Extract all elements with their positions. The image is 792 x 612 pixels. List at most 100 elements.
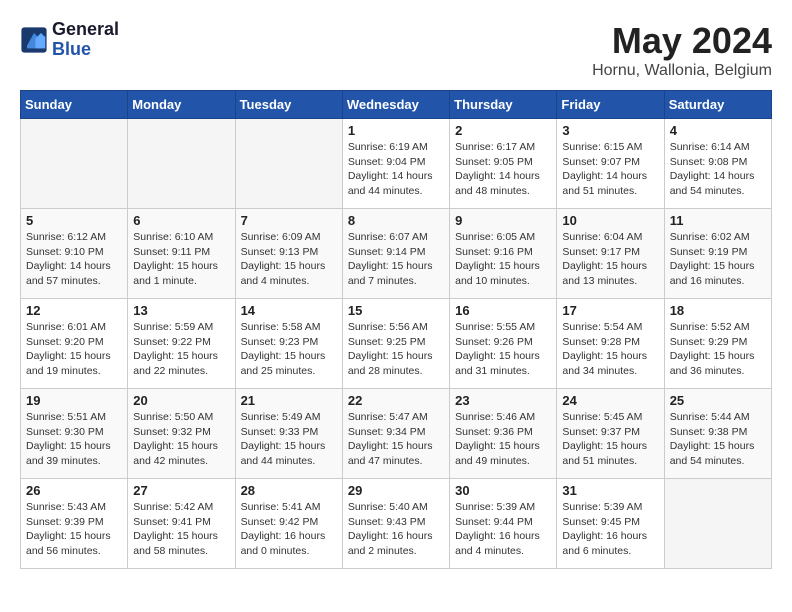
header-monday: Monday [128,91,235,119]
day-cell: 11Sunrise: 6:02 AM Sunset: 9:19 PM Dayli… [664,209,771,299]
day-detail: Sunrise: 5:39 AM Sunset: 9:44 PM Dayligh… [455,500,551,559]
day-cell: 29Sunrise: 5:40 AM Sunset: 9:43 PM Dayli… [342,479,449,569]
day-detail: Sunrise: 6:04 AM Sunset: 9:17 PM Dayligh… [562,230,658,289]
day-number: 30 [455,483,551,498]
day-detail: Sunrise: 5:46 AM Sunset: 9:36 PM Dayligh… [455,410,551,469]
day-number: 1 [348,123,444,138]
calendar-subtitle: Hornu, Wallonia, Belgium [592,62,772,80]
calendar-table: SundayMondayTuesdayWednesdayThursdayFrid… [20,90,772,569]
day-detail: Sunrise: 5:49 AM Sunset: 9:33 PM Dayligh… [241,410,337,469]
day-detail: Sunrise: 6:09 AM Sunset: 9:13 PM Dayligh… [241,230,337,289]
day-number: 15 [348,303,444,318]
day-cell: 9 Sunrise: 6:05 AM Sunset: 9:16 PM Daylig… [450,209,557,299]
calendar-header-row: SundayMondayTuesdayWednesdayThursdayFrid… [21,91,772,119]
day-cell: 24 Sunrise: 5:45 AM Sunset: 9:37 PM Dayli… [557,389,664,479]
day-cell: 30 Sunrise: 5:39 AM Sunset: 9:44 PM Dayli… [450,479,557,569]
header-thursday: Thursday [450,91,557,119]
day-number: 23 [455,393,551,408]
page-header: General Blue May 2024 Hornu, Wallonia, B… [20,20,772,80]
week-row-2: 5 Sunrise: 6:12 AM Sunset: 9:10 PM Daylig… [21,209,772,299]
day-detail: Sunrise: 5:47 AM Sunset: 9:34 PM Dayligh… [348,410,444,469]
day-number: 7 [241,213,337,228]
day-number: 9 [455,213,551,228]
day-detail: Sunrise: 6:15 AM Sunset: 9:07 PM Dayligh… [562,140,658,199]
day-number: 17 [562,303,658,318]
day-cell: 18 Sunrise: 5:52 AM Sunset: 9:29 PM Dayli… [664,299,771,389]
day-number: 19 [26,393,122,408]
day-detail: Sunrise: 5:45 AM Sunset: 9:37 PM Dayligh… [562,410,658,469]
day-cell: 14Sunrise: 5:58 AM Sunset: 9:23 PM Dayli… [235,299,342,389]
day-detail: Sunrise: 5:51 AM Sunset: 9:30 PM Dayligh… [26,410,122,469]
day-cell: 2Sunrise: 6:17 AM Sunset: 9:05 PM Daylig… [450,119,557,209]
week-row-1: 1 Sunrise: 6:19 AM Sunset: 9:04 PM Daylig… [21,119,772,209]
logo-icon [20,26,48,54]
day-cell [21,119,128,209]
day-number: 5 [26,213,122,228]
day-cell: 8 Sunrise: 6:07 AM Sunset: 9:14 PM Daylig… [342,209,449,299]
day-cell: 16Sunrise: 5:55 AM Sunset: 9:26 PM Dayli… [450,299,557,389]
day-cell: 13 Sunrise: 5:59 AM Sunset: 9:22 PM Dayli… [128,299,235,389]
day-detail: Sunrise: 6:05 AM Sunset: 9:16 PM Dayligh… [455,230,551,289]
day-number: 21 [241,393,337,408]
day-detail: Sunrise: 5:55 AM Sunset: 9:26 PM Dayligh… [455,320,551,379]
day-cell: 20Sunrise: 5:50 AM Sunset: 9:32 PM Dayli… [128,389,235,479]
day-number: 22 [348,393,444,408]
header-tuesday: Tuesday [235,91,342,119]
week-row-3: 12 Sunrise: 6:01 AM Sunset: 9:20 PM Dayli… [21,299,772,389]
day-number: 8 [348,213,444,228]
day-detail: Sunrise: 5:43 AM Sunset: 9:39 PM Dayligh… [26,500,122,559]
day-number: 6 [133,213,229,228]
week-row-5: 26 Sunrise: 5:43 AM Sunset: 9:39 PM Dayli… [21,479,772,569]
week-row-4: 19 Sunrise: 5:51 AM Sunset: 9:30 PM Dayli… [21,389,772,479]
day-number: 20 [133,393,229,408]
day-cell: 22 Sunrise: 5:47 AM Sunset: 9:34 PM Dayli… [342,389,449,479]
day-number: 25 [670,393,766,408]
day-detail: Sunrise: 5:41 AM Sunset: 9:42 PM Dayligh… [241,500,337,559]
logo-text: General Blue [52,20,119,60]
logo: General Blue [20,20,119,60]
day-cell: 26 Sunrise: 5:43 AM Sunset: 9:39 PM Dayli… [21,479,128,569]
day-number: 4 [670,123,766,138]
calendar-title: May 2024 [592,20,772,62]
day-number: 31 [562,483,658,498]
day-cell: 12 Sunrise: 6:01 AM Sunset: 9:20 PM Dayli… [21,299,128,389]
day-cell [235,119,342,209]
day-cell: 21 Sunrise: 5:49 AM Sunset: 9:33 PM Dayli… [235,389,342,479]
day-detail: Sunrise: 6:19 AM Sunset: 9:04 PM Dayligh… [348,140,444,199]
day-cell: 19 Sunrise: 5:51 AM Sunset: 9:30 PM Dayli… [21,389,128,479]
day-detail: Sunrise: 5:42 AM Sunset: 9:41 PM Dayligh… [133,500,229,559]
day-detail: Sunrise: 6:10 AM Sunset: 9:11 PM Dayligh… [133,230,229,289]
header-friday: Friday [557,91,664,119]
day-number: 18 [670,303,766,318]
day-number: 27 [133,483,229,498]
day-number: 24 [562,393,658,408]
header-wednesday: Wednesday [342,91,449,119]
day-cell [664,479,771,569]
day-number: 12 [26,303,122,318]
day-number: 13 [133,303,229,318]
day-number: 14 [241,303,337,318]
day-cell: 27 Sunrise: 5:42 AM Sunset: 9:41 PM Dayli… [128,479,235,569]
day-cell: 1 Sunrise: 6:19 AM Sunset: 9:04 PM Daylig… [342,119,449,209]
day-cell: 4Sunrise: 6:14 AM Sunset: 9:08 PM Daylig… [664,119,771,209]
day-detail: Sunrise: 5:59 AM Sunset: 9:22 PM Dayligh… [133,320,229,379]
day-detail: Sunrise: 6:07 AM Sunset: 9:14 PM Dayligh… [348,230,444,289]
header-saturday: Saturday [664,91,771,119]
day-detail: Sunrise: 6:12 AM Sunset: 9:10 PM Dayligh… [26,230,122,289]
day-detail: Sunrise: 5:52 AM Sunset: 9:29 PM Dayligh… [670,320,766,379]
day-number: 29 [348,483,444,498]
day-cell: 5 Sunrise: 6:12 AM Sunset: 9:10 PM Daylig… [21,209,128,299]
day-cell: 7 Sunrise: 6:09 AM Sunset: 9:13 PM Daylig… [235,209,342,299]
day-detail: Sunrise: 6:01 AM Sunset: 9:20 PM Dayligh… [26,320,122,379]
header-sunday: Sunday [21,91,128,119]
day-cell: 28 Sunrise: 5:41 AM Sunset: 9:42 PM Dayli… [235,479,342,569]
day-detail: Sunrise: 5:44 AM Sunset: 9:38 PM Dayligh… [670,410,766,469]
day-cell [128,119,235,209]
day-number: 3 [562,123,658,138]
day-number: 28 [241,483,337,498]
day-number: 26 [26,483,122,498]
day-cell: 23 Sunrise: 5:46 AM Sunset: 9:36 PM Dayli… [450,389,557,479]
day-cell: 25 Sunrise: 5:44 AM Sunset: 9:38 PM Dayli… [664,389,771,479]
day-detail: Sunrise: 5:54 AM Sunset: 9:28 PM Dayligh… [562,320,658,379]
day-detail: Sunrise: 5:56 AM Sunset: 9:25 PM Dayligh… [348,320,444,379]
